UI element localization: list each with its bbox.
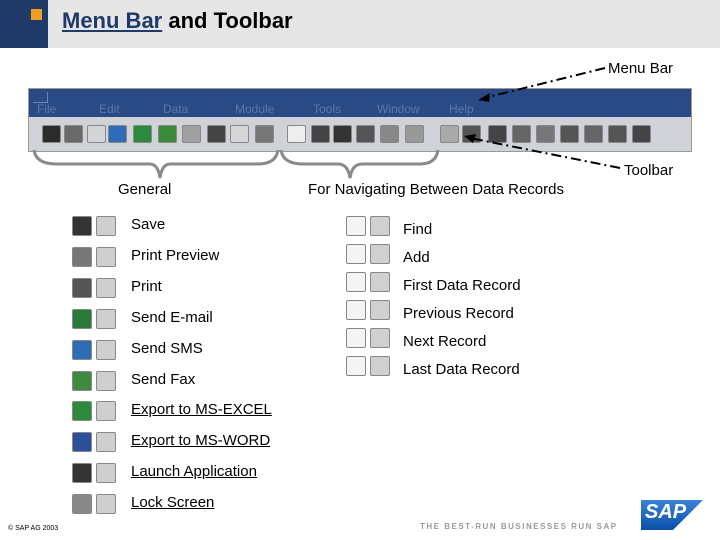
word-disabled-icon	[96, 432, 116, 452]
general-item-label[interactable]: Export to MS-WORD	[131, 432, 270, 449]
menu-bar-arrowhead	[478, 93, 490, 102]
sms-disabled-icon	[96, 340, 116, 360]
previous-record-disabled-icon	[370, 300, 390, 320]
general-item-label: Send E-mail	[131, 309, 213, 326]
save-icon	[72, 216, 92, 236]
navigation-item-label: Add	[403, 249, 430, 266]
add-disabled-icon	[370, 244, 390, 264]
first-record-disabled-icon	[370, 272, 390, 292]
launch-disabled-icon	[96, 463, 116, 483]
general-brace	[32, 149, 280, 179]
sms-icon	[72, 340, 92, 360]
general-item-label[interactable]: Lock Screen	[131, 494, 214, 511]
first-record-icon	[346, 272, 366, 292]
navigation-item-label: Next Record	[403, 333, 487, 350]
lock-disabled-icon	[96, 494, 116, 514]
general-item-label[interactable]: Launch Application	[131, 463, 257, 480]
general-item-label: Send SMS	[131, 340, 203, 357]
navigating-group-label: For Navigating Between Data Records	[308, 181, 564, 198]
previous-record-icon	[346, 300, 366, 320]
print-preview-icon	[72, 247, 92, 267]
last-record-disabled-icon	[370, 356, 390, 376]
next-record-icon	[346, 328, 366, 348]
launch-icon	[72, 463, 92, 483]
print-preview-disabled-icon	[96, 247, 116, 267]
word-icon	[72, 432, 92, 452]
next-record-disabled-icon	[370, 328, 390, 348]
general-item-label: Send Fax	[131, 371, 196, 388]
general-item-label: Print Preview	[131, 247, 220, 264]
menu-bar-pointer	[483, 67, 606, 99]
navigation-item-label: Last Data Record	[403, 361, 520, 378]
fax-disabled-icon	[96, 371, 116, 391]
print-icon	[72, 278, 92, 298]
general-group-label: General	[118, 181, 172, 198]
navigating-brace	[279, 149, 440, 179]
toolbar-arrowhead	[464, 134, 476, 143]
general-item-label[interactable]: Export to MS-EXCEL	[131, 401, 272, 418]
last-record-icon	[346, 356, 366, 376]
toolbar-pointer	[469, 137, 621, 169]
lock-icon	[72, 494, 92, 514]
sap-logo-text: SAP	[645, 501, 687, 523]
fax-icon	[72, 371, 92, 391]
email-disabled-icon	[96, 309, 116, 329]
print-disabled-icon	[96, 278, 116, 298]
general-item-label: Print	[131, 278, 162, 295]
tagline-text: THE BEST-RUN BUSINESSES RUN SAP	[420, 522, 618, 531]
excel-disabled-icon	[96, 401, 116, 421]
navigation-item-label: Previous Record	[403, 305, 514, 322]
add-icon	[346, 244, 366, 264]
annotation-lines	[32, 67, 621, 179]
navigation-item-label: First Data Record	[403, 277, 521, 294]
save-disabled-icon	[96, 216, 116, 236]
find-disabled-icon	[370, 216, 390, 236]
excel-icon	[72, 401, 92, 421]
navigation-item-label: Find	[403, 221, 433, 238]
general-item-label: Save	[131, 216, 166, 233]
copyright-text: © SAP AG 2003	[8, 525, 59, 532]
find-icon	[346, 216, 366, 236]
email-icon	[72, 309, 92, 329]
